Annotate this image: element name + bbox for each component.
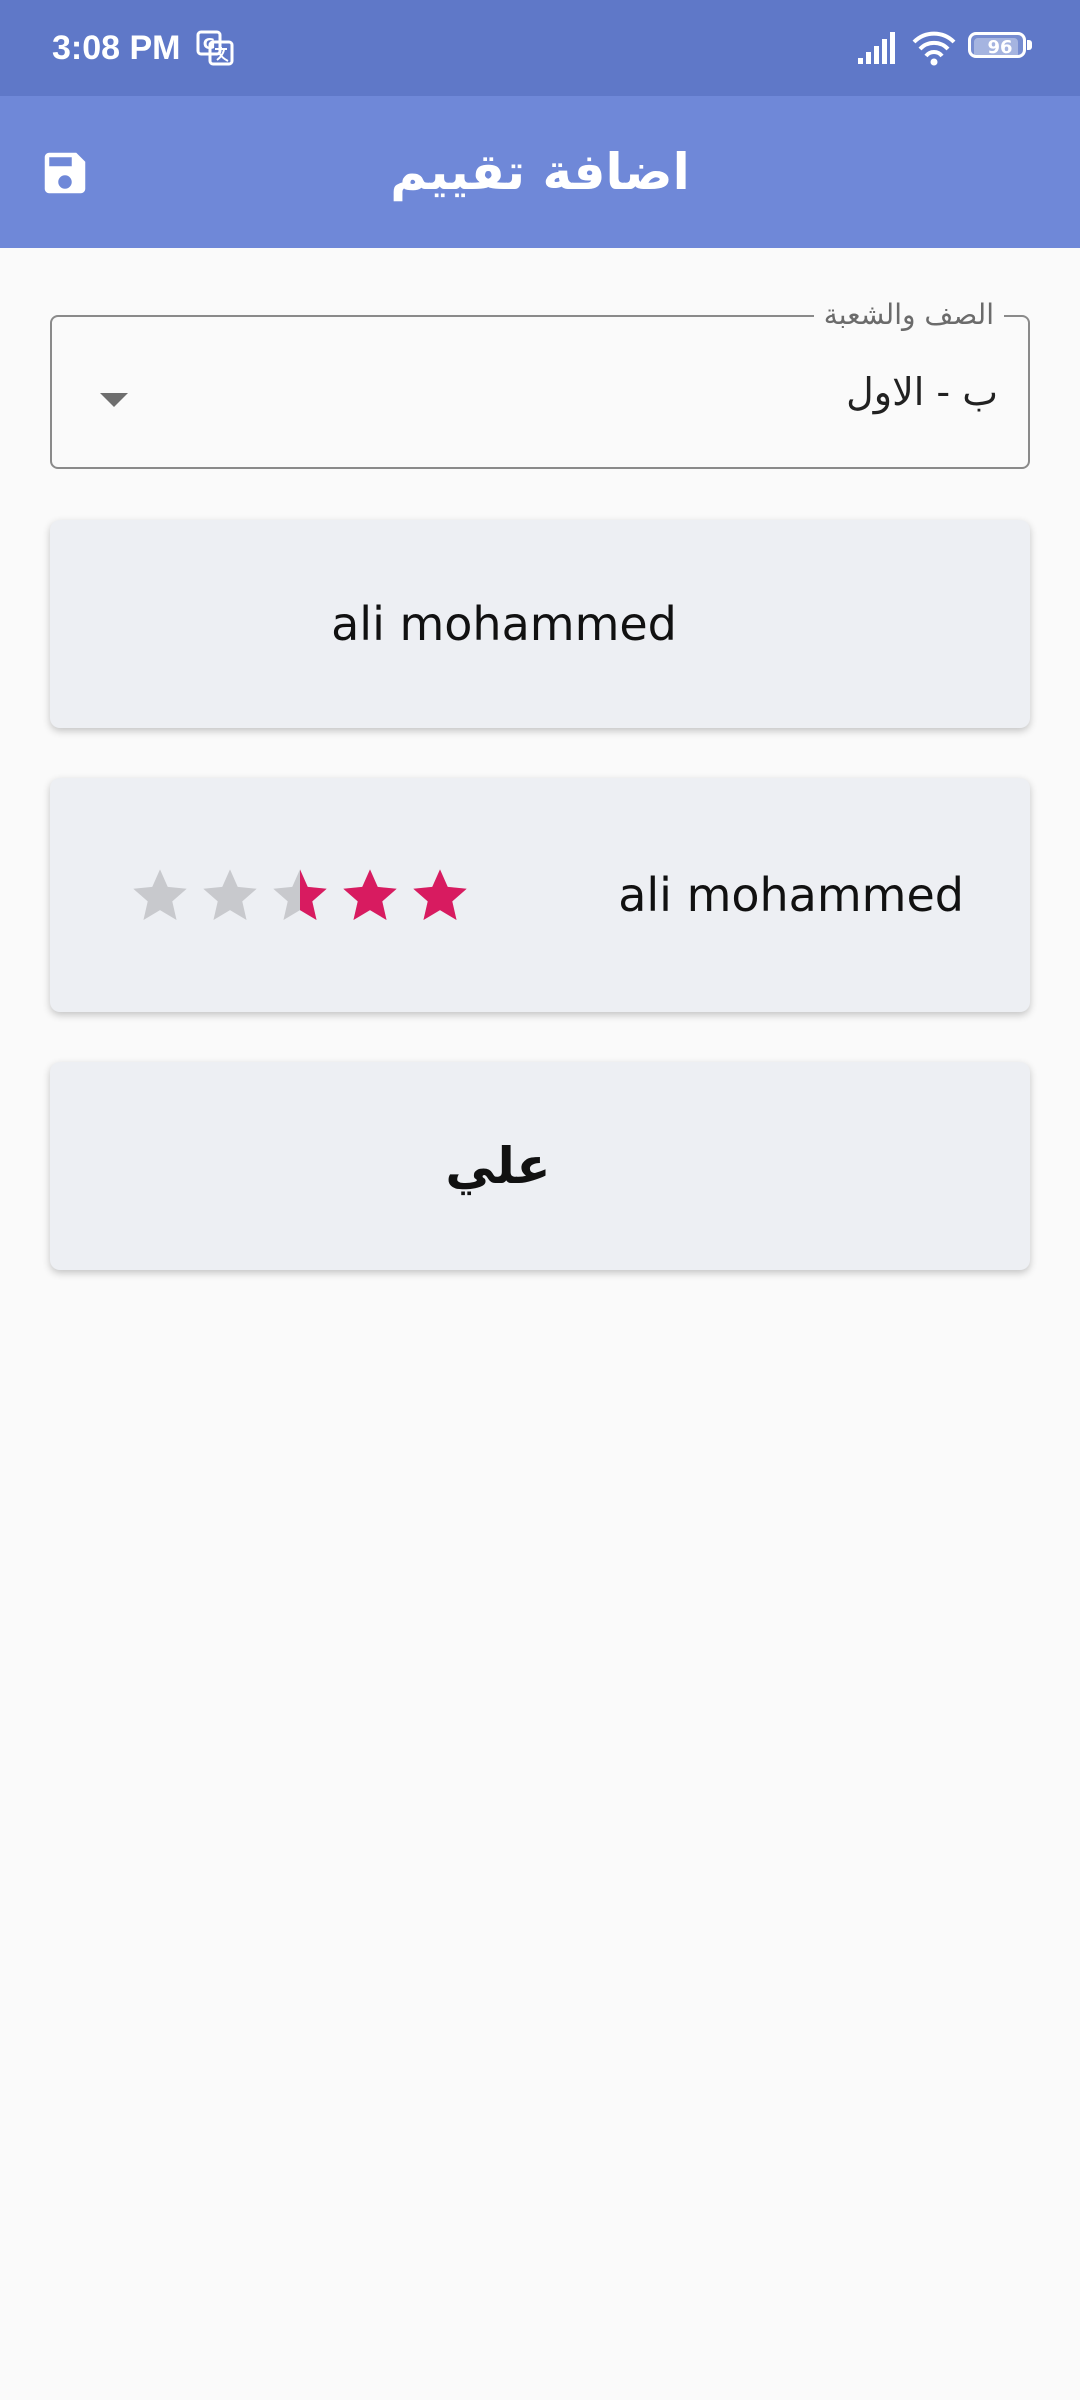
status-bar: 3:08 PM G 96 <box>0 0 1080 96</box>
signal-icon <box>858 32 895 64</box>
student-card[interactable]: علي <box>50 1062 1030 1270</box>
translate-icon: G <box>196 30 234 66</box>
page-title: اضافة تقييم <box>390 143 690 201</box>
student-card[interactable]: ali mohammed <box>50 520 1030 728</box>
star-empty-icon[interactable] <box>128 864 192 928</box>
student-card[interactable]: ali mohammed <box>50 778 1030 1012</box>
wifi-icon <box>912 31 956 66</box>
star-half-icon[interactable] <box>268 864 332 928</box>
class-section-select[interactable]: الصف والشعبة ب - الاول <box>50 295 1030 469</box>
battery-percent: 96 <box>987 37 1013 58</box>
battery-icon: 96 <box>968 32 1032 62</box>
star-filled-icon[interactable] <box>408 864 472 928</box>
status-time: 3:08 PM <box>52 29 181 67</box>
class-section-label: الصف والشعبة <box>813 295 1004 335</box>
star-rating[interactable] <box>128 864 472 928</box>
app-bar: اضافة تقييم <box>0 96 1080 248</box>
star-empty-icon[interactable] <box>198 864 262 928</box>
class-section-value: ب - الاول <box>846 370 998 414</box>
star-filled-icon[interactable] <box>338 864 402 928</box>
dropdown-arrow-icon <box>100 393 128 407</box>
student-name: ali mohammed <box>618 868 964 922</box>
student-name: علي <box>445 1137 551 1195</box>
student-name: ali mohammed <box>331 597 677 651</box>
